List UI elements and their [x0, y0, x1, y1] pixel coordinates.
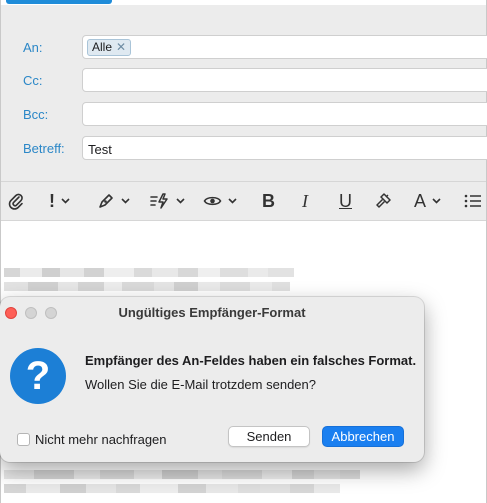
cc-field[interactable]: [82, 68, 487, 92]
chevron-down-icon: [61, 198, 70, 204]
to-field-row: An: Alle ✕: [1, 35, 487, 61]
send-anyway-button[interactable]: Senden: [228, 426, 310, 447]
cancel-button[interactable]: Abbrechen: [322, 426, 404, 447]
question-glyph: ?: [25, 354, 51, 398]
alert-dialog: Ungültiges Empfänger-Format ? Empfänger …: [0, 297, 424, 462]
chevron-down-icon: [228, 198, 237, 204]
dont-ask-again-label: Nicht mehr nachfragen: [35, 432, 167, 447]
chevron-down-icon: [176, 198, 185, 204]
signature-button[interactable]: [97, 191, 130, 211]
recipient-token-text: Alle: [92, 40, 113, 54]
subject-value: Test: [88, 142, 112, 157]
format-toolbar: ! B I U A: [1, 182, 486, 221]
bcc-field-row: Bcc:: [1, 102, 487, 128]
subject-label: Betreff:: [23, 141, 65, 156]
format-brush-icon: [376, 193, 391, 208]
quick-actions-button[interactable]: [150, 191, 185, 211]
to-label: An:: [23, 40, 43, 55]
send-button-fragment[interactable]: [6, 0, 112, 4]
attachment-button[interactable]: [8, 191, 24, 211]
dialog-detail: Wollen Sie die E-Mail trotzdem senden?: [85, 377, 316, 392]
list-button[interactable]: [464, 191, 482, 211]
dialog-message: Empfänger des An-Feldes haben ein falsch…: [85, 353, 417, 368]
priority-button[interactable]: !: [49, 191, 70, 211]
blurred-content: [4, 282, 290, 291]
subject-field[interactable]: Test: [82, 136, 487, 160]
font-color-button[interactable]: A: [414, 191, 441, 211]
visibility-button[interactable]: [203, 191, 237, 211]
signature-pen-icon: [99, 194, 113, 208]
subject-field-row: Betreff: Test: [1, 136, 487, 162]
bcc-label: Bcc:: [23, 107, 49, 122]
underline-icon: U: [339, 191, 352, 211]
format-brush-button[interactable]: [374, 191, 392, 211]
cc-field-row: Cc:: [1, 68, 487, 94]
recipient-token[interactable]: Alle ✕: [87, 39, 132, 56]
to-field[interactable]: Alle ✕: [82, 35, 487, 59]
cc-label: Cc:: [23, 73, 43, 88]
font-color-icon: A: [414, 191, 427, 211]
attachment-icon: [8, 193, 23, 210]
dont-ask-again-checkbox[interactable]: [17, 433, 30, 446]
chevron-down-icon: [121, 198, 130, 204]
visibility-eye-icon: [203, 196, 222, 206]
underline-button[interactable]: U: [339, 191, 352, 211]
bold-icon: B: [262, 191, 275, 211]
remove-recipient-icon[interactable]: ✕: [116, 40, 126, 55]
compose-header: An: Alle ✕ Cc: Bcc: Betreff: Test: [1, 5, 487, 182]
bold-button[interactable]: B: [262, 191, 275, 211]
bcc-field[interactable]: [82, 102, 487, 126]
dialog-title: Ungültiges Empfänger-Format: [118, 305, 306, 320]
priority-icon: !: [49, 191, 55, 211]
italic-icon: I: [302, 191, 308, 211]
italic-button[interactable]: I: [302, 191, 308, 211]
list-icon: [464, 194, 481, 208]
dont-ask-again-option[interactable]: Nicht mehr nachfragen: [17, 432, 167, 447]
quick-actions-icon: [150, 193, 168, 209]
blurred-content: [4, 470, 360, 479]
blurred-content: [4, 268, 294, 277]
chevron-down-icon: [432, 198, 441, 204]
blurred-content: [4, 484, 340, 493]
question-mark-icon: ?: [10, 348, 66, 404]
